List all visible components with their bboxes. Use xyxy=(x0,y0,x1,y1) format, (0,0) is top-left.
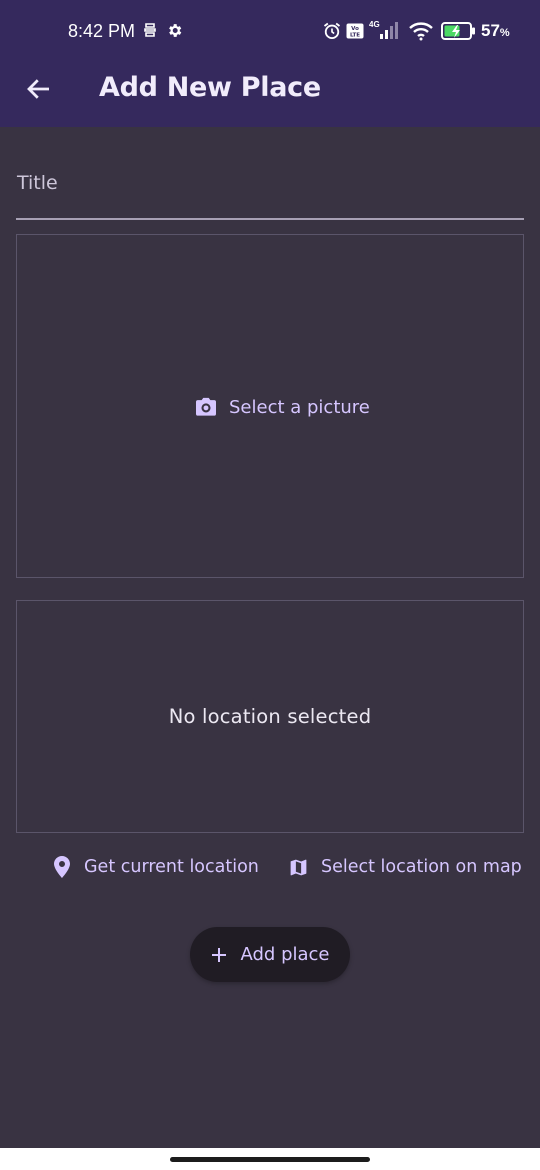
select-picture-label: Select a picture xyxy=(229,396,370,418)
notification-app-icon xyxy=(143,22,157,38)
gesture-handle[interactable] xyxy=(170,1157,370,1162)
get-current-location-label: Get current location xyxy=(84,857,259,877)
plus-icon xyxy=(211,947,226,962)
title-field-label: Title xyxy=(17,172,58,194)
svg-text:Vo: Vo xyxy=(351,26,359,32)
back-button[interactable] xyxy=(24,74,54,104)
system-nav-bar xyxy=(0,1148,540,1170)
map-icon xyxy=(290,859,307,875)
select-picture-button[interactable]: Select a picture xyxy=(195,392,370,422)
alarm-icon xyxy=(322,21,342,41)
network-type-label: 4G xyxy=(369,20,380,29)
add-place-button[interactable]: Add place xyxy=(190,927,350,982)
get-current-location-button[interactable]: Get current location xyxy=(52,852,259,882)
battery-icon xyxy=(441,22,477,40)
status-time: 8:42 PM xyxy=(68,21,136,41)
top-bar: 8:42 PM Vo LTE 4G 57% Add New Place xyxy=(0,0,540,127)
screen: 8:42 PM Vo LTE 4G 57% Add New Place Titl… xyxy=(0,0,540,1170)
add-place-label: Add place xyxy=(240,944,330,965)
select-location-on-map-label: Select location on map xyxy=(321,857,522,877)
svg-text:LTE: LTE xyxy=(350,33,360,39)
location-pin-icon xyxy=(54,856,70,878)
status-bar: 8:42 PM Vo LTE 4G 57% xyxy=(0,0,540,62)
wifi-icon xyxy=(408,21,434,41)
cellular-signal-icon: 4G xyxy=(368,19,404,41)
title-input[interactable]: Title xyxy=(16,150,524,220)
volte-icon: Vo LTE xyxy=(346,23,364,39)
camera-icon xyxy=(196,397,216,416)
back-arrow-icon xyxy=(27,79,49,99)
page-title: Add New Place xyxy=(99,72,321,103)
location-preview: No location selected xyxy=(16,600,524,833)
select-location-on-map-button[interactable]: Select location on map xyxy=(288,852,522,882)
settings-icon xyxy=(166,22,183,39)
no-location-text: No location selected xyxy=(168,705,372,728)
battery-percent: 57% xyxy=(481,21,510,40)
picture-container: Select a picture xyxy=(16,234,524,578)
